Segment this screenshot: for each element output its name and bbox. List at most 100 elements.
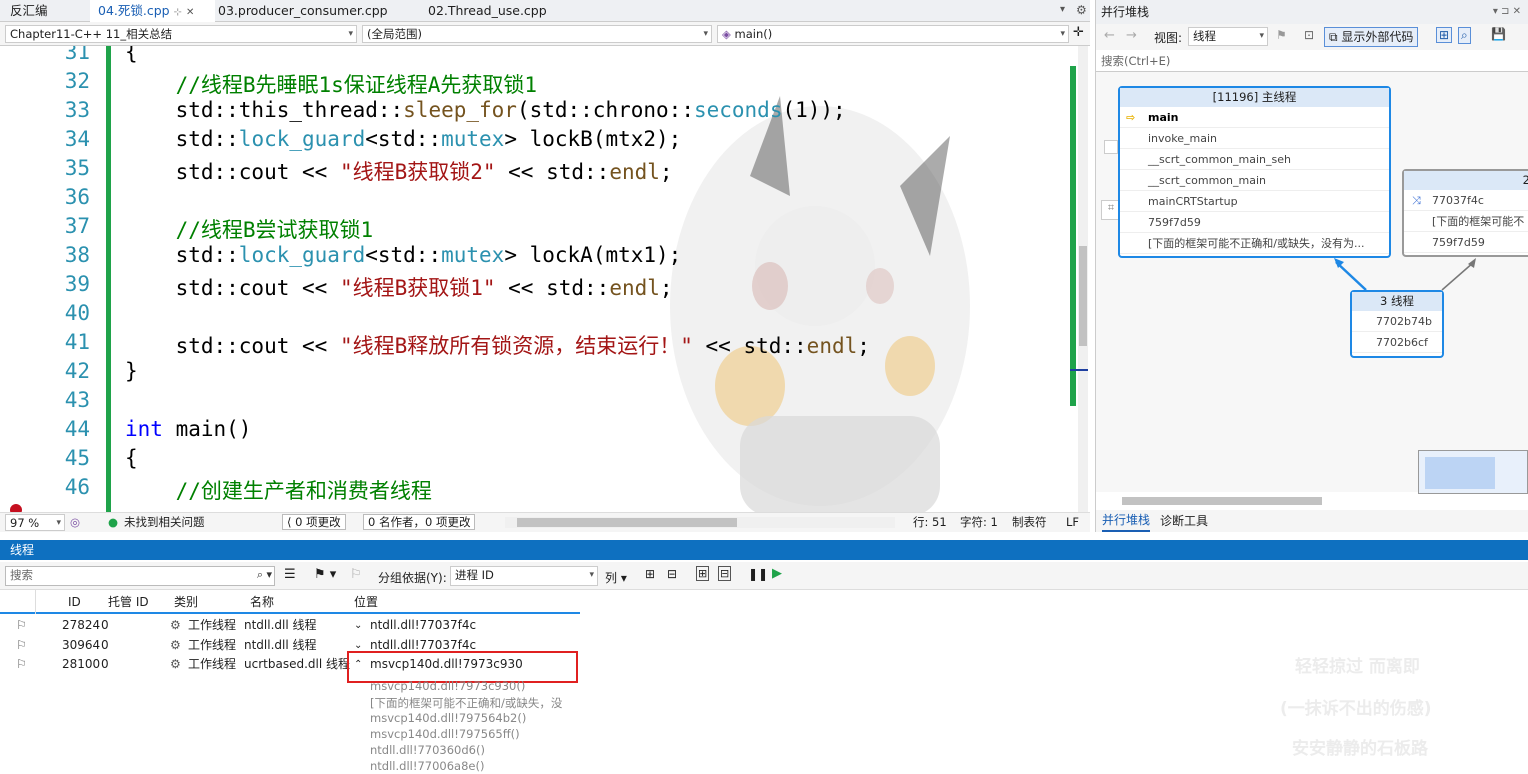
code-line[interactable]: std::cout << "线程B释放所有锁资源，结束运行！" << std::… <box>125 330 870 360</box>
back-arrow-icon[interactable]: ← <box>1104 28 1115 43</box>
col-category[interactable]: 类别 <box>174 590 198 614</box>
intellicode-icon[interactable]: ◎ <box>70 513 80 532</box>
editor-status-bar: 97 % ▾ ◎ ● 未找到相关问题 ⟨ 0 项更改 0 名作者，0 项更改 行:… <box>0 512 1090 532</box>
code-line[interactable]: //线程B尝试获取锁1 <box>125 214 374 244</box>
code-line[interactable]: { <box>125 446 138 470</box>
search-icon[interactable]: ⌕ ▾ <box>257 567 272 583</box>
threads-search-input[interactable]: 搜索 ⌕ ▾ <box>5 566 275 586</box>
call-stack-frame[interactable]: msvcp140d.dll!7973c930() <box>370 679 525 693</box>
code-line[interactable]: std::lock_guard<std::mutex> lockB(mtx2); <box>125 127 682 151</box>
code-token: int <box>125 417 163 441</box>
vertical-scrollbar[interactable] <box>1070 46 1088 512</box>
split-icon[interactable]: ✛ <box>1073 25 1084 40</box>
flag-filter-icon[interactable]: ⚑ ▾ <box>314 567 336 582</box>
pin-icon[interactable]: ⊹ <box>174 7 182 18</box>
collapse-callstacks-icon[interactable]: ⊟ <box>718 566 732 581</box>
collapse-all-icon[interactable]: ⊟ <box>667 567 677 581</box>
tab-parallel-stacks[interactable]: 并行堆栈 <box>1102 510 1151 532</box>
tab-thread-use[interactable]: 02.Thread_use.cpp <box>420 0 555 22</box>
tab-deadlock-cpp[interactable]: 04.死锁.cpp ⊹ ✕ <box>90 0 215 22</box>
tab-disassembly[interactable]: 反汇编 <box>2 0 56 22</box>
tab-producer-consumer[interactable]: 03.producer_consumer.cpp <box>210 0 396 22</box>
parallel-stacks-search[interactable]: 搜索(Ctrl+E) <box>1096 50 1528 72</box>
code-line[interactable]: std::cout << "线程B获取锁1" << std::endl; <box>125 272 673 302</box>
code-token: > lockB(mtx2); <box>504 127 682 151</box>
close-icon[interactable]: ✕ <box>186 7 194 18</box>
layout-icon[interactable]: ⊞ <box>1436 27 1453 43</box>
changes-status[interactable]: ⟨ 0 项更改 <box>282 514 346 530</box>
call-stack-frame[interactable]: msvcp140d.dll!797564b2() <box>370 711 526 725</box>
call-stack-frame[interactable]: [下面的框架可能不正确和/或缺失，没 <box>370 695 562 711</box>
tab-diagnostic-tools[interactable]: 诊断工具 <box>1160 510 1208 532</box>
scope-dropdown[interactable]: (全局范围) ▾ <box>362 25 712 43</box>
code-editor[interactable]: 31 32 33 34 35 36 37 38 39 40 41 42 43 44 45 46 { //线程B… <box>0 46 1090 512</box>
code-line[interactable]: std::this_thread::sleep_for(std::chrono:… <box>125 98 846 122</box>
show-external-code-button[interactable]: ⧉ 显示外部代码 <box>1324 27 1419 47</box>
zoom-icon[interactable]: ⌕ <box>1458 27 1471 44</box>
col-location[interactable]: 位置 <box>354 590 378 614</box>
line-ending-status[interactable]: LF <box>1066 513 1079 532</box>
parallel-stacks-canvas[interactable]: ⌗ [11196] 主线程 ⇨ main invoke_main __scrt_c… <box>1096 72 1528 494</box>
expand-all-icon[interactable]: ⊞ <box>645 567 655 581</box>
zoom-dropdown[interactable]: 97 % ▾ <box>5 514 65 531</box>
authors-status[interactable]: 0 名作者，0 项更改 <box>363 514 476 530</box>
flag-icon[interactable]: ⚑ <box>1276 28 1287 42</box>
flag-icon[interactable]: ⚐ <box>16 636 27 655</box>
code-token: ; <box>857 334 870 358</box>
tab-overflow-icon[interactable]: ▾ <box>1060 4 1065 15</box>
code-token: { <box>125 446 138 470</box>
watermark-text: 轻轻掠过 而离即 <box>1295 657 1420 677</box>
expand-icon[interactable]: ☰ <box>284 567 296 582</box>
col-name[interactable]: 名称 <box>250 590 274 614</box>
method-view-icon[interactable]: ⊡ <box>1304 28 1314 42</box>
gear-icon: ⚙ <box>170 618 181 632</box>
tab-mode-status[interactable]: 制表符 <box>1012 513 1047 532</box>
breakpoint-icon[interactable] <box>10 504 22 512</box>
code-line[interactable]: } <box>125 359 138 383</box>
thaw-icon[interactable]: ▶ <box>772 566 782 581</box>
code-line[interactable]: int main() <box>125 417 251 441</box>
function-dropdown[interactable]: ◈ main() ▾ <box>717 25 1069 43</box>
code-line[interactable]: //线程B先睡眠1s保证线程A先获取锁1 <box>125 69 538 99</box>
code-line[interactable]: //创建生产者和消费者线程 <box>125 475 432 505</box>
line-number: 43 <box>64 388 90 412</box>
project-dropdown[interactable]: Chapter11-C++ 11_相关总结 ▾ <box>5 25 357 43</box>
col-managed-id[interactable]: 托管 ID <box>108 590 149 614</box>
code-token: { <box>125 46 138 64</box>
expand-callstacks-icon[interactable]: ⊞ <box>696 566 710 581</box>
minimap[interactable] <box>1418 450 1528 494</box>
columns-button[interactable]: 列 ▾ <box>605 569 627 586</box>
canvas-scrollbar[interactable] <box>1122 497 1322 505</box>
call-stack-frame[interactable]: ntdll.dll!77006a8e() <box>370 759 484 773</box>
col-id[interactable]: ID <box>68 590 81 614</box>
flag-icon[interactable]: ⚐ <box>16 616 27 635</box>
group-by-dropdown[interactable]: 进程 ID ▾ <box>450 566 598 586</box>
freeze-icon[interactable]: ❚❚ <box>748 567 768 581</box>
thread-row[interactable]: ⚐ 27824 0 ⚙ 工作线程 ntdll.dll 线程 ntdll.dll!77037f… <box>0 616 580 635</box>
code-line[interactable]: { <box>125 46 138 64</box>
issues-status[interactable]: 未找到相关问题 <box>124 513 205 532</box>
code-token: mutex <box>441 127 505 151</box>
save-icon[interactable]: 💾 <box>1491 27 1506 41</box>
code-token: lock_guard <box>238 243 366 267</box>
code-line[interactable]: std::cout << "线程B获取锁2" << std::endl; <box>125 156 673 186</box>
line-number: 36 <box>64 185 90 209</box>
settings-icon[interactable]: ⚙ <box>1076 3 1087 17</box>
code-token: std::cout << <box>125 334 340 358</box>
panel-menu-icon[interactable]: ▾ ⊐ ✕ <box>1493 0 1521 24</box>
code-token: << std:: <box>495 160 610 184</box>
right-panel-tabs: 并行堆栈 诊断工具 <box>1096 510 1528 532</box>
code-line[interactable]: std::lock_guard<std::mutex> lockA(mtx1); <box>125 243 682 267</box>
call-stack-frame[interactable]: ntdll.dll!770360d6() <box>370 743 485 757</box>
chevron-down-icon[interactable]: ⌄ <box>354 616 362 635</box>
horizontal-scrollbar[interactable] <box>505 517 895 528</box>
code-token: std::this_thread:: <box>125 98 404 122</box>
view-dropdown[interactable]: 线程 ▾ <box>1188 27 1268 46</box>
watermark-text: (一抹诉不出的伤感) <box>1280 699 1432 719</box>
call-stack-frame[interactable]: msvcp140d.dll!797565ff() <box>370 727 520 741</box>
flag-icon[interactable]: ⚐ <box>16 655 27 674</box>
forward-arrow-icon[interactable]: → <box>1126 28 1137 43</box>
parallel-stacks-toolbar: ← → 视图: 线程 ▾ ⚑ ⊡ ⧉ 显示外部代码 ⊞ ⌕ 💾 <box>1096 24 1528 50</box>
unflag-icon[interactable]: ⚐ <box>350 567 362 582</box>
line-number: 44 <box>64 417 90 441</box>
